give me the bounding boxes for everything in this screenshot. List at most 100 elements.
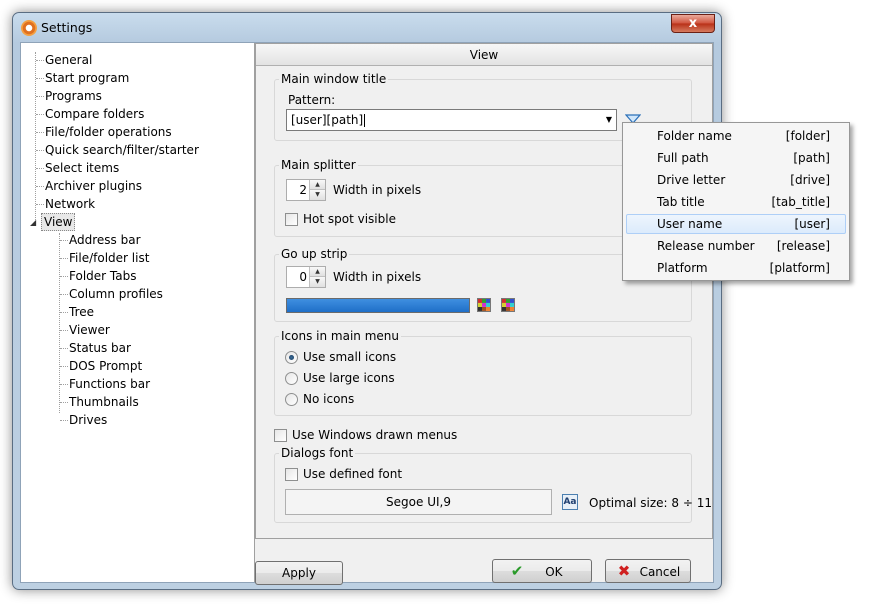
- title-bar[interactable]: Settings x: [13, 13, 721, 43]
- cancel-x-icon: ✖: [617, 562, 631, 580]
- tree-item-network[interactable]: Network: [43, 195, 97, 213]
- windows-menus-label: Use Windows drawn menus: [292, 428, 458, 442]
- window-title: Settings: [41, 20, 93, 35]
- menu-item-tag: [tab_title]: [771, 195, 831, 209]
- menu-item-label: Full path: [657, 151, 709, 165]
- defined-font-checkbox[interactable]: [285, 468, 298, 481]
- menu-item-tag: [platform]: [769, 261, 830, 275]
- tree-item-status-bar[interactable]: Status bar: [67, 339, 133, 357]
- pattern-combobox[interactable]: [user][path] ▼: [286, 109, 617, 131]
- font-display[interactable]: Segoe UI,9: [285, 489, 552, 515]
- tree-item-select-items[interactable]: Select items: [43, 159, 121, 177]
- spin-down-icon[interactable]: ▼: [310, 277, 325, 287]
- tree-connector: [59, 233, 60, 413]
- view-settings-panel: View Main window title Pattern: [user][p…: [255, 43, 713, 539]
- close-button[interactable]: x: [671, 14, 715, 33]
- tree-item-folder-tabs[interactable]: Folder Tabs: [67, 267, 138, 285]
- color-picker-icon[interactable]: [501, 298, 515, 312]
- collapse-arrow-icon[interactable]: ◢: [30, 218, 36, 227]
- tree-item-quick-search[interactable]: Quick search/filter/starter: [43, 141, 201, 159]
- menu-item-full-path[interactable]: Full path [path]: [626, 148, 846, 168]
- spinner-value: 0: [299, 270, 307, 284]
- tree-item-drives[interactable]: Drives: [67, 411, 109, 429]
- apply-button[interactable]: Apply: [255, 561, 343, 585]
- defined-font-label: Use defined font: [303, 467, 403, 481]
- hotspot-label: Hot spot visible: [303, 212, 396, 226]
- tree-item-programs[interactable]: Programs: [43, 87, 104, 105]
- menu-item-tab-title[interactable]: Tab title [tab_title]: [626, 192, 846, 212]
- radio-label: No icons: [303, 392, 355, 406]
- ok-button[interactable]: ✔ OK: [492, 559, 592, 583]
- optimal-size-label: Optimal size: 8 ÷ 11: [589, 496, 713, 510]
- group-label: Main splitter: [279, 158, 358, 172]
- large-icons-radio[interactable]: [285, 372, 298, 385]
- menu-item-tag: [drive]: [790, 173, 830, 187]
- menu-item-user-name[interactable]: User name [user]: [626, 214, 846, 234]
- menu-item-tag: [folder]: [785, 129, 830, 143]
- menu-item-label: User name: [657, 217, 723, 231]
- spinner-buttons: ▲ ▼: [309, 180, 325, 200]
- dropdown-arrow-icon[interactable]: ▼: [606, 110, 612, 130]
- tree-item-compare-folders[interactable]: Compare folders: [43, 105, 146, 123]
- spinner-value: 2: [299, 183, 307, 197]
- strip-color-bar[interactable]: [286, 298, 470, 313]
- text-caret: [364, 114, 366, 127]
- settings-tree: General Start program Programs Compare f…: [21, 43, 255, 582]
- apply-label: Apply: [282, 566, 316, 580]
- menu-item-label: Folder name: [657, 129, 732, 143]
- spinner-buttons: ▲ ▼: [309, 267, 325, 287]
- menu-item-tag: [release]: [776, 239, 830, 253]
- spin-up-icon[interactable]: ▲: [310, 267, 325, 277]
- tree-item-functions-bar[interactable]: Functions bar: [67, 375, 152, 393]
- dialogs-font-group: Dialogs font Use defined font Segoe UI,9…: [274, 446, 712, 523]
- menu-item-platform[interactable]: Platform [platform]: [626, 258, 846, 278]
- client-area: General Start program Programs Compare f…: [20, 42, 714, 585]
- tree-item-view[interactable]: View: [41, 213, 76, 231]
- group-label: Dialogs font: [279, 446, 356, 460]
- radio-label: Use small icons: [303, 350, 397, 364]
- menu-item-label: Drive letter: [657, 173, 726, 187]
- tree-item-address-bar[interactable]: Address bar: [67, 231, 143, 249]
- panel-header: View: [256, 44, 712, 66]
- cancel-label: Cancel: [639, 565, 681, 579]
- tree-item-start-program[interactable]: Start program: [43, 69, 131, 87]
- windows-menus-checkbox[interactable]: [274, 429, 287, 442]
- group-label: Main window title: [279, 72, 389, 86]
- no-icons-radio[interactable]: [285, 393, 298, 406]
- tree-item-dos-prompt[interactable]: DOS Prompt: [67, 357, 144, 375]
- placeholder-popup-menu: Folder name [folder] Full path [path] Dr…: [622, 122, 850, 281]
- menu-item-tag: [user]: [794, 217, 830, 231]
- tree-item-column-profiles[interactable]: Column profiles: [67, 285, 165, 303]
- tree-item-tree[interactable]: Tree: [67, 303, 96, 321]
- tree-item-thumbnails[interactable]: Thumbnails: [67, 393, 141, 411]
- pattern-label: Pattern:: [288, 93, 336, 107]
- group-label: Icons in main menu: [279, 329, 401, 343]
- app-icon: [21, 20, 37, 36]
- menu-item-tag: [path]: [793, 151, 830, 165]
- ok-label: OK: [545, 565, 563, 579]
- radio-label: Use large icons: [303, 371, 395, 385]
- menu-item-label: Tab title: [657, 195, 705, 209]
- cancel-button[interactable]: ✖ Cancel: [605, 559, 691, 583]
- icons-menu-group: Icons in main menu Use small icons Use l…: [274, 329, 692, 416]
- hotspot-checkbox[interactable]: [285, 213, 298, 226]
- small-icons-radio[interactable]: [285, 351, 298, 364]
- pattern-value: [user][path]: [291, 113, 364, 127]
- width-label: Width in pixels: [333, 183, 422, 197]
- checkmark-icon: ✔: [510, 562, 524, 580]
- tree-item-general[interactable]: General: [43, 51, 94, 69]
- spin-down-icon[interactable]: ▼: [310, 190, 325, 200]
- width-label: Width in pixels: [333, 270, 422, 284]
- menu-item-drive-letter[interactable]: Drive letter [drive]: [626, 170, 846, 190]
- strip-width-spinner[interactable]: 0 ▲ ▼: [286, 266, 326, 288]
- menu-item-release-number[interactable]: Release number [release]: [626, 236, 846, 256]
- color-picker-icon[interactable]: [477, 298, 491, 312]
- tree-item-file-folder-operations[interactable]: File/folder operations: [43, 123, 174, 141]
- tree-item-archiver-plugins[interactable]: Archiver plugins: [43, 177, 144, 195]
- font-picker-icon[interactable]: Aa: [562, 494, 578, 510]
- spin-up-icon[interactable]: ▲: [310, 180, 325, 190]
- tree-item-file-folder-list[interactable]: File/folder list: [67, 249, 151, 267]
- splitter-width-spinner[interactable]: 2 ▲ ▼: [286, 179, 326, 201]
- menu-item-folder-name[interactable]: Folder name [folder]: [626, 126, 846, 146]
- tree-item-viewer[interactable]: Viewer: [67, 321, 112, 339]
